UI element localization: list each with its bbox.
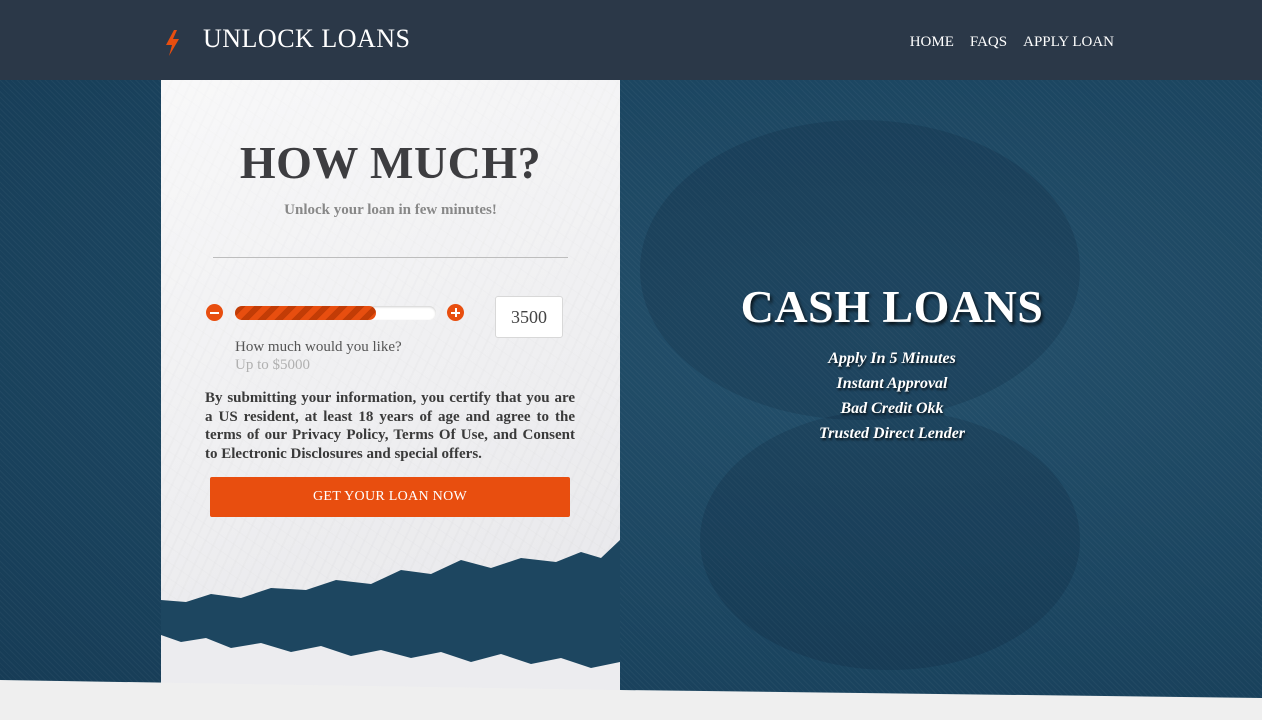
nav-item-home[interactable]: HOME [910, 34, 954, 51]
background-hand-shape [700, 410, 1080, 670]
legal-disclaimer: By submitting your information, you cert… [205, 390, 575, 462]
plus-circle-icon[interactable] [447, 304, 464, 321]
promo-title: CASH LOANS [740, 281, 1044, 332]
site-header: UNLOCK LOANS HOME FAQS APPLY LOAN [0, 0, 1262, 80]
nav-item-apply-loan[interactable]: APPLY LOAN [1023, 34, 1114, 51]
amount-question-label: How much would you like? [235, 339, 402, 355]
site-logo-text[interactable]: UNLOCK LOANS [203, 24, 411, 54]
promo-feature-list: Apply In 5 Minutes Instant Approval Bad … [620, 346, 1164, 446]
loan-form-card: HOW MUCH? Unlock your loan in few minute… [161, 80, 620, 720]
loan-amount-slider[interactable] [235, 306, 436, 320]
promo-feature-item: Trusted Direct Lender [818, 425, 966, 442]
slider-fill [235, 306, 376, 320]
minus-circle-icon[interactable] [206, 304, 223, 321]
bottom-paper-strip [0, 680, 1262, 720]
amount-limit-label: Up to $5000 [235, 357, 310, 373]
form-title: HOW MUCH? [239, 137, 542, 188]
nav-item-faqs[interactable]: FAQS [970, 34, 1007, 51]
amount-input[interactable]: 3500 [495, 296, 563, 338]
promo-feature-item: Apply In 5 Minutes [828, 350, 956, 367]
lightning-bolt-icon [166, 30, 179, 56]
promo-feature-item: Instant Approval [836, 375, 948, 392]
main-nav: HOME FAQS APPLY LOAN [910, 34, 1114, 51]
promo-feature-item: Bad Credit Okk [840, 400, 944, 417]
divider [213, 257, 568, 258]
get-loan-button[interactable]: GET YOUR LOAN NOW [210, 477, 570, 517]
form-subtitle: Unlock your loan in few minutes! [284, 202, 497, 218]
